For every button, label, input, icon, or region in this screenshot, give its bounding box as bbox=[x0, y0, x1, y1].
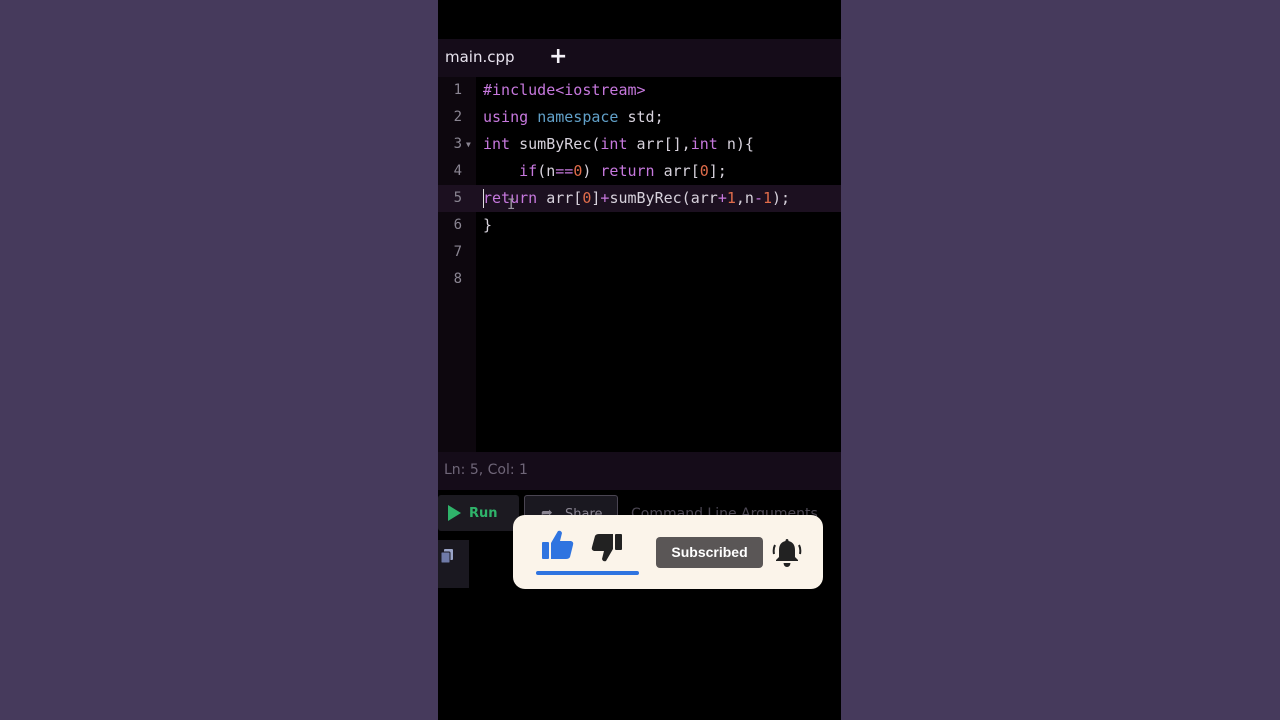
code-token: int bbox=[690, 135, 718, 153]
code-token: ,n bbox=[735, 189, 754, 207]
code-token: n){ bbox=[717, 135, 754, 153]
code-token: (n bbox=[537, 162, 556, 180]
line-number: 1 bbox=[453, 82, 462, 98]
code-token: int bbox=[600, 135, 628, 153]
code-token: - bbox=[753, 189, 763, 207]
line-number: 5 bbox=[453, 190, 462, 206]
line-number: 2 bbox=[453, 109, 462, 125]
code-token: + bbox=[717, 189, 727, 207]
code-line[interactable]: 7 bbox=[438, 239, 841, 266]
code-text: if(n==0) return arr[0]; bbox=[483, 158, 727, 185]
like-selected-indicator bbox=[536, 571, 639, 575]
subscribed-label: Subscribed bbox=[671, 544, 748, 560]
code-token: return bbox=[600, 162, 655, 180]
text-cursor bbox=[483, 189, 484, 208]
code-line[interactable]: 2 using namespace std; bbox=[438, 104, 841, 131]
thumbs-up-icon[interactable] bbox=[541, 529, 575, 561]
code-text: int sumByRec(int arr[],int n){ bbox=[483, 131, 754, 158]
cursor-position: Ln: 5, Col: 1 bbox=[444, 462, 528, 478]
code-text: #include<iostream> bbox=[483, 77, 646, 104]
code-token: sumByRec(arr bbox=[609, 189, 718, 207]
code-text: } bbox=[483, 212, 492, 239]
code-token: 1 bbox=[726, 189, 736, 207]
code-token: 0 bbox=[573, 162, 583, 180]
tab-bar: main.cpp + bbox=[438, 39, 841, 77]
output-side-panel bbox=[438, 540, 469, 588]
code-line-active[interactable]: 5 return arr[0]+sumByRec(arr+1,n-1); I bbox=[438, 185, 841, 213]
code-token: ) bbox=[582, 162, 601, 180]
subscribe-overlay: Subscribed bbox=[513, 515, 823, 589]
subscribed-button[interactable]: Subscribed bbox=[656, 537, 763, 568]
thumbs-down-icon[interactable] bbox=[591, 533, 623, 563]
code-line[interactable]: 6 } bbox=[438, 212, 841, 239]
code-token: } bbox=[483, 216, 493, 234]
code-token: std; bbox=[618, 108, 664, 126]
line-number: 6 bbox=[453, 217, 462, 233]
code-token: arr[ bbox=[537, 189, 583, 207]
line-number: 3 bbox=[453, 136, 462, 152]
code-token: namespace bbox=[537, 108, 619, 126]
code-line[interactable]: 4 if(n==0) return arr[0]; bbox=[438, 158, 841, 185]
code-token: ); bbox=[772, 189, 791, 207]
play-icon bbox=[448, 505, 461, 521]
code-token: == bbox=[555, 162, 574, 180]
line-number: 4 bbox=[453, 163, 462, 179]
line-number: 8 bbox=[453, 271, 462, 287]
code-editor-app: main.cpp + 1 #include<iostream> 2 using … bbox=[438, 0, 841, 720]
notification-bell-icon[interactable] bbox=[772, 536, 802, 568]
code-editor[interactable]: 1 #include<iostream> 2 using namespace s… bbox=[438, 77, 841, 452]
status-bar: Ln: 5, Col: 1 bbox=[438, 452, 841, 490]
code-token: 1 bbox=[762, 189, 772, 207]
code-token: if bbox=[519, 162, 538, 180]
code-text: return arr[0]+sumByRec(arr+1,n-1); bbox=[483, 185, 790, 212]
code-line[interactable]: 1 #include<iostream> bbox=[438, 77, 841, 104]
code-line[interactable]: 3 ▼ int sumByRec(int arr[],int n){ bbox=[438, 131, 841, 158]
code-token: int bbox=[483, 135, 511, 153]
code-token: arr[], bbox=[627, 135, 691, 153]
code-token: using bbox=[483, 108, 529, 126]
line-number: 7 bbox=[453, 244, 462, 260]
fold-chevron-icon[interactable]: ▼ bbox=[466, 131, 471, 158]
code-token: #include<iostream> bbox=[483, 81, 646, 99]
copy-icon[interactable] bbox=[441, 549, 453, 564]
code-token: 0 bbox=[699, 162, 709, 180]
code-line[interactable]: 8 bbox=[438, 266, 841, 293]
run-button[interactable]: Run bbox=[438, 495, 519, 531]
run-label: Run bbox=[469, 506, 498, 521]
code-token: arr[ bbox=[654, 162, 700, 180]
code-token: ]; bbox=[708, 162, 727, 180]
tab-main-cpp[interactable]: main.cpp bbox=[445, 48, 515, 66]
code-token: sumByRec( bbox=[510, 135, 601, 153]
add-tab-icon[interactable]: + bbox=[549, 42, 567, 72]
code-text: using namespace std; bbox=[483, 104, 664, 131]
